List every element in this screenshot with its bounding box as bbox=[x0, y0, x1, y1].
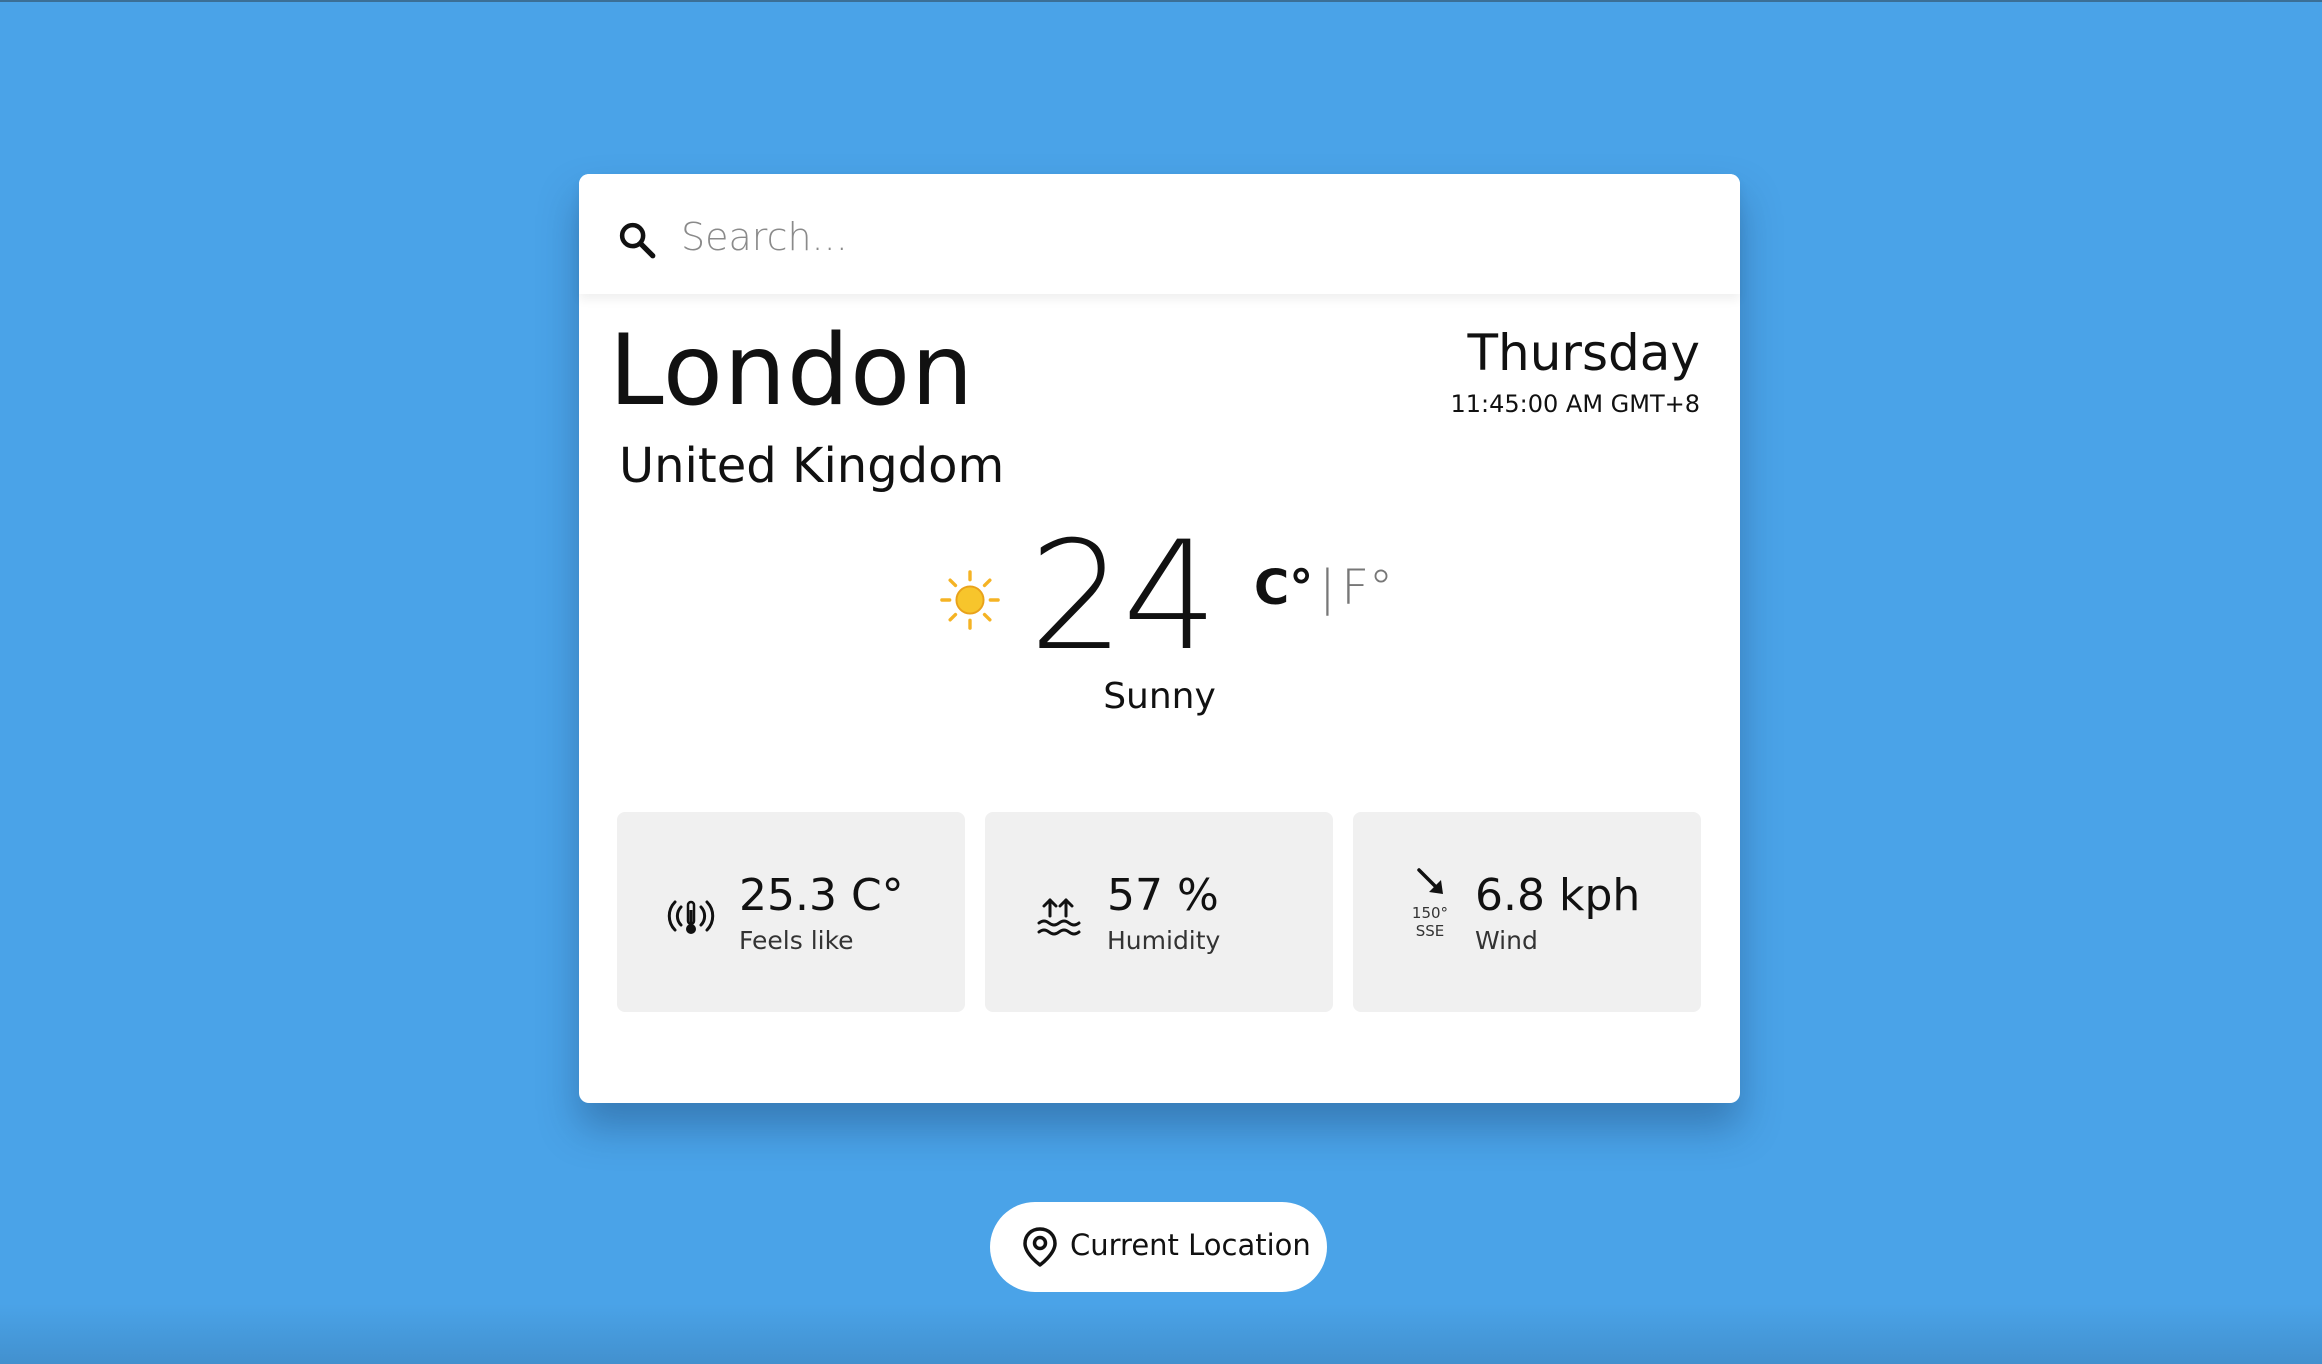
weather-card: London United Kingdom Thursday 11:45:00 … bbox=[579, 174, 1740, 1103]
thermometer-icon bbox=[667, 900, 715, 934]
wind-arrow-icon bbox=[1417, 868, 1443, 894]
feels-like-tile: 25.3 C° Feels like bbox=[617, 812, 965, 1012]
window-top-edge bbox=[0, 0, 2322, 2]
search-input[interactable] bbox=[679, 206, 1683, 268]
feels-like-label: Feels like bbox=[739, 926, 854, 955]
wind-direction: 150° SSE bbox=[1405, 864, 1455, 940]
unit-toggle: C° | F° bbox=[1254, 564, 1393, 612]
humidity-icon bbox=[1037, 898, 1081, 936]
location-pin-icon bbox=[1023, 1227, 1057, 1267]
sun-icon bbox=[940, 570, 1000, 630]
city-name: London bbox=[609, 314, 975, 428]
wind-compass: SSE bbox=[1415, 922, 1445, 940]
humidity-label: Humidity bbox=[1107, 926, 1221, 955]
country-name: United Kingdom bbox=[619, 438, 1005, 494]
local-time: 11:45:00 AM GMT+8 bbox=[1450, 390, 1700, 418]
humidity-tile: 57 % Humidity bbox=[985, 812, 1333, 1012]
search-bar bbox=[579, 174, 1740, 294]
feels-like-value: 25.3 C° bbox=[739, 870, 904, 921]
humidity-value: 57 % bbox=[1107, 870, 1219, 921]
fahrenheit-toggle[interactable]: F° bbox=[1341, 560, 1393, 616]
current-temperature: 24 bbox=[1029, 510, 1218, 684]
wind-label: Wind bbox=[1475, 926, 1538, 955]
wind-tile: 150° SSE 6.8 kph Wind bbox=[1353, 812, 1701, 1012]
wind-degree: 150° bbox=[1411, 904, 1449, 922]
day-of-week: Thursday bbox=[1467, 324, 1701, 382]
bottom-shadow bbox=[0, 1304, 2322, 1364]
search-icon[interactable] bbox=[616, 219, 658, 261]
wind-value: 6.8 kph bbox=[1475, 870, 1641, 921]
current-location-button[interactable]: Current Location bbox=[990, 1202, 1327, 1292]
celsius-toggle[interactable]: C° bbox=[1254, 560, 1313, 616]
unit-separator: | bbox=[1319, 560, 1336, 616]
current-location-label: Current Location bbox=[1070, 1228, 1311, 1262]
weather-condition: Sunny bbox=[1103, 676, 1216, 717]
